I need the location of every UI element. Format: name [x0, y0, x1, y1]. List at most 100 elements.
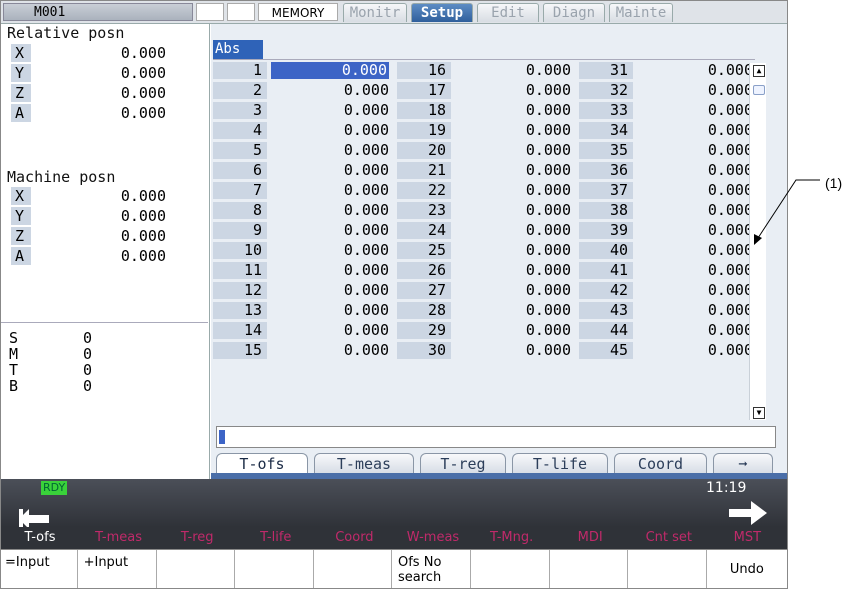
- vertical-scrollbar[interactable]: ▲ ▼: [749, 63, 766, 420]
- axis-value: 0.000: [120, 207, 166, 225]
- tab-t-reg[interactable]: T-reg: [420, 453, 506, 473]
- offset-value[interactable]: 0.000: [473, 342, 573, 359]
- offset-value[interactable]: 0.000: [655, 122, 755, 139]
- offset-value[interactable]: 0.000: [655, 342, 755, 359]
- tab-edit[interactable]: Edit: [477, 3, 539, 22]
- offset-value[interactable]: 0.000: [655, 62, 755, 79]
- offset-number: 26: [397, 262, 451, 279]
- offset-number: 23: [397, 202, 451, 219]
- offset-value[interactable]: 0.000: [291, 242, 391, 259]
- offset-number: 7: [213, 182, 267, 199]
- offset-value[interactable]: 0.000: [655, 242, 755, 259]
- tab-next-arrow-icon[interactable]: ➞: [713, 453, 773, 473]
- offset-value[interactable]: 0.000: [291, 102, 391, 119]
- offset-value[interactable]: 0.000: [291, 202, 391, 219]
- offset-value[interactable]: 0.000: [291, 262, 391, 279]
- menu-label-mst: MST: [733, 530, 762, 545]
- tab-coord[interactable]: Coord: [614, 453, 707, 473]
- offset-value[interactable]: 0.000: [655, 142, 755, 159]
- softkey-3[interactable]: [158, 550, 236, 588]
- offset-value[interactable]: 0.000: [655, 262, 755, 279]
- modal-label: S: [9, 329, 19, 347]
- offset-value[interactable]: 0.000: [473, 302, 573, 319]
- next-menu-arrow-icon[interactable]: [727, 499, 771, 527]
- tab-diagn[interactable]: Diagn: [543, 3, 605, 22]
- offset-value[interactable]: 0.000: [655, 282, 755, 299]
- softkey-9[interactable]: [630, 550, 707, 588]
- offset-value[interactable]: 0.000: [655, 162, 755, 179]
- softkey-4[interactable]: [237, 550, 314, 588]
- softkey-10[interactable]: Undo: [708, 550, 785, 588]
- offset-value[interactable]: 0.000: [473, 222, 573, 239]
- clock: 11:19: [706, 480, 747, 496]
- offset-number: 2: [213, 82, 267, 99]
- modal-label: M: [9, 345, 19, 363]
- offset-value[interactable]: 0.000: [291, 122, 391, 139]
- offset-value[interactable]: 0.000: [473, 242, 573, 259]
- menu-label-mdi: MDI: [577, 530, 603, 545]
- offset-value[interactable]: 0.000: [291, 142, 391, 159]
- offset-value[interactable]: 0.000: [473, 122, 573, 139]
- data-input-field[interactable]: [216, 426, 776, 448]
- offset-value[interactable]: 0.000: [473, 182, 573, 199]
- axis-value: 0.000: [120, 247, 166, 265]
- offset-number: 12: [213, 282, 267, 299]
- offset-number: 13: [213, 302, 267, 319]
- offset-value[interactable]: 0.000: [473, 102, 573, 119]
- offset-value[interactable]: 0.000: [473, 282, 573, 299]
- softkey-6[interactable]: Ofs No search: [394, 550, 471, 588]
- status-bar: RDY 11:19: [1, 479, 787, 527]
- softkey-2[interactable]: +Input: [80, 550, 157, 588]
- offset-value[interactable]: 0.000: [655, 82, 755, 99]
- offset-value[interactable]: 0.000: [473, 82, 573, 99]
- tab-t-ofs[interactable]: T-ofs: [216, 453, 308, 473]
- offset-value[interactable]: 0.000: [291, 82, 391, 99]
- offset-value[interactable]: 0.000: [291, 162, 391, 179]
- tab-mainte[interactable]: Mainte: [609, 3, 673, 22]
- offset-value[interactable]: 0.000: [291, 182, 391, 199]
- status-cell: [227, 3, 255, 21]
- softkey-5[interactable]: [315, 550, 393, 588]
- softkey-8[interactable]: [551, 550, 629, 588]
- offset-value[interactable]: 0.000: [473, 262, 573, 279]
- menu-label-bar: T-ofs T-meas T-reg T-life Coord W-meas T-Mng. M…: [1, 527, 787, 549]
- offset-value[interactable]: 0.000: [271, 62, 389, 79]
- scroll-up-icon[interactable]: ▲: [753, 65, 765, 77]
- offset-value[interactable]: 0.000: [655, 102, 755, 119]
- offset-value[interactable]: 0.000: [655, 182, 755, 199]
- axis-label: A: [11, 104, 31, 122]
- offset-value[interactable]: 0.000: [655, 202, 755, 219]
- tab-setup[interactable]: Setup: [411, 3, 473, 22]
- offset-value[interactable]: 0.000: [473, 202, 573, 219]
- offset-value[interactable]: 0.000: [291, 282, 391, 299]
- offset-value[interactable]: 0.000: [473, 322, 573, 339]
- offset-value[interactable]: 0.000: [291, 342, 391, 359]
- offset-value[interactable]: 0.000: [655, 222, 755, 239]
- offset-number: 25: [397, 242, 451, 259]
- modal-value: 0: [83, 329, 93, 347]
- offset-value[interactable]: 0.000: [473, 62, 573, 79]
- offset-number: 6: [213, 162, 267, 179]
- offset-value[interactable]: 0.000: [291, 302, 391, 319]
- position-panel: Relative posn X 0.000 Y 0.000 Z 0.000 A 0.000 M…: [1, 24, 210, 479]
- scroll-down-icon[interactable]: ▼: [753, 407, 765, 419]
- tab-monitr[interactable]: Monitr: [343, 3, 407, 22]
- softkey-7[interactable]: [473, 550, 550, 588]
- nc-screen: M001 MEMORY Monitr Setup Edit Diagn Mainte R…: [0, 0, 788, 589]
- offset-value[interactable]: 0.000: [291, 322, 391, 339]
- offset-number: 35: [579, 142, 633, 159]
- softkey-1[interactable]: =Input: [1, 550, 78, 588]
- offset-value[interactable]: 0.000: [655, 302, 755, 319]
- offset-number: 36: [579, 162, 633, 179]
- tab-t-meas[interactable]: T-meas: [314, 453, 414, 473]
- offset-value[interactable]: 0.000: [655, 322, 755, 339]
- scroll-thumb[interactable]: [753, 85, 765, 95]
- offset-value[interactable]: 0.000: [473, 142, 573, 159]
- offset-value[interactable]: 0.000: [473, 162, 573, 179]
- offset-number: 19: [397, 122, 451, 139]
- tab-t-life[interactable]: T-life: [512, 453, 608, 473]
- back-arrow-icon[interactable]: [15, 501, 53, 527]
- axis-label: Z: [11, 84, 31, 102]
- offset-value[interactable]: 0.000: [291, 222, 391, 239]
- modal-label: T: [9, 361, 19, 379]
